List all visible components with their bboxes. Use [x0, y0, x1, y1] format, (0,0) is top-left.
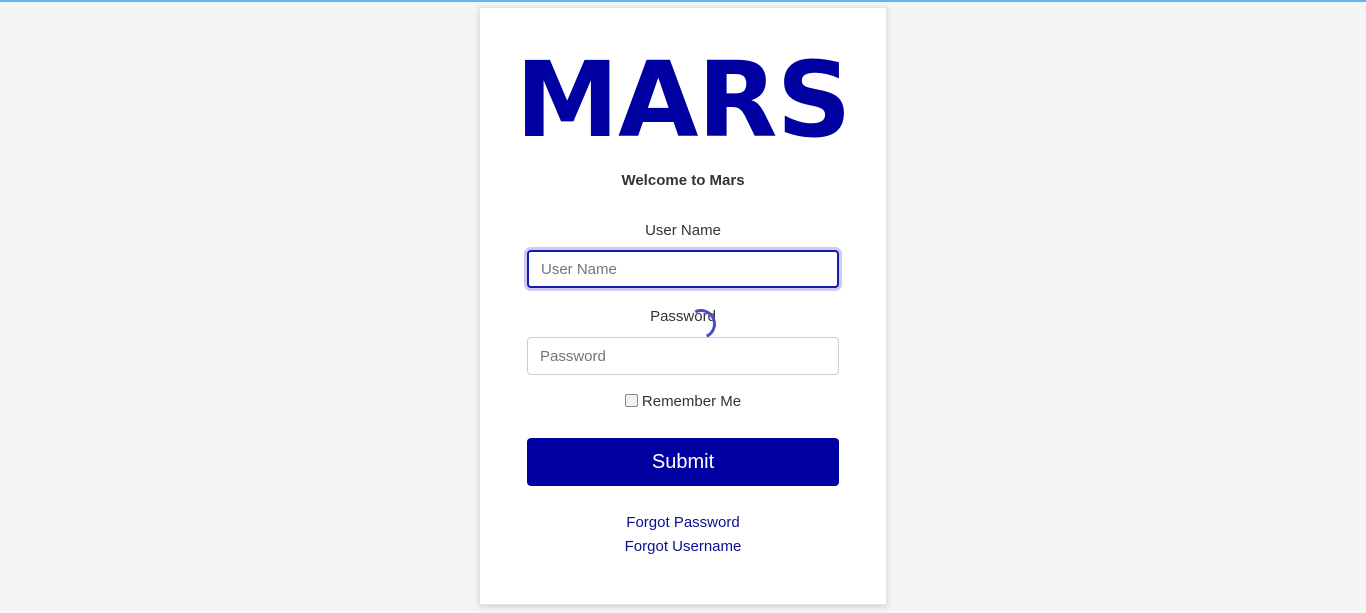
- remember-me-checkbox[interactable]: [624, 394, 638, 407]
- submit-button[interactable]: Submit: [527, 438, 839, 486]
- welcome-heading: Welcome to Mars: [621, 172, 745, 189]
- forgot-password-link[interactable]: Forgot Password: [480, 514, 886, 531]
- mars-logo: MARS: [515, 39, 852, 161]
- login-card: MARS Welcome to Mars User Name Password …: [479, 7, 887, 605]
- top-progress-bar: [0, 0, 1366, 2]
- remember-me-label[interactable]: Remember Me: [642, 393, 741, 410]
- remember-me-row: Remember Me: [480, 393, 886, 410]
- username-label: User Name: [645, 222, 721, 239]
- forgot-username-link[interactable]: Forgot Username: [480, 538, 886, 555]
- password-input[interactable]: [527, 337, 839, 375]
- password-label: Password: [650, 308, 716, 325]
- username-input[interactable]: [527, 250, 839, 288]
